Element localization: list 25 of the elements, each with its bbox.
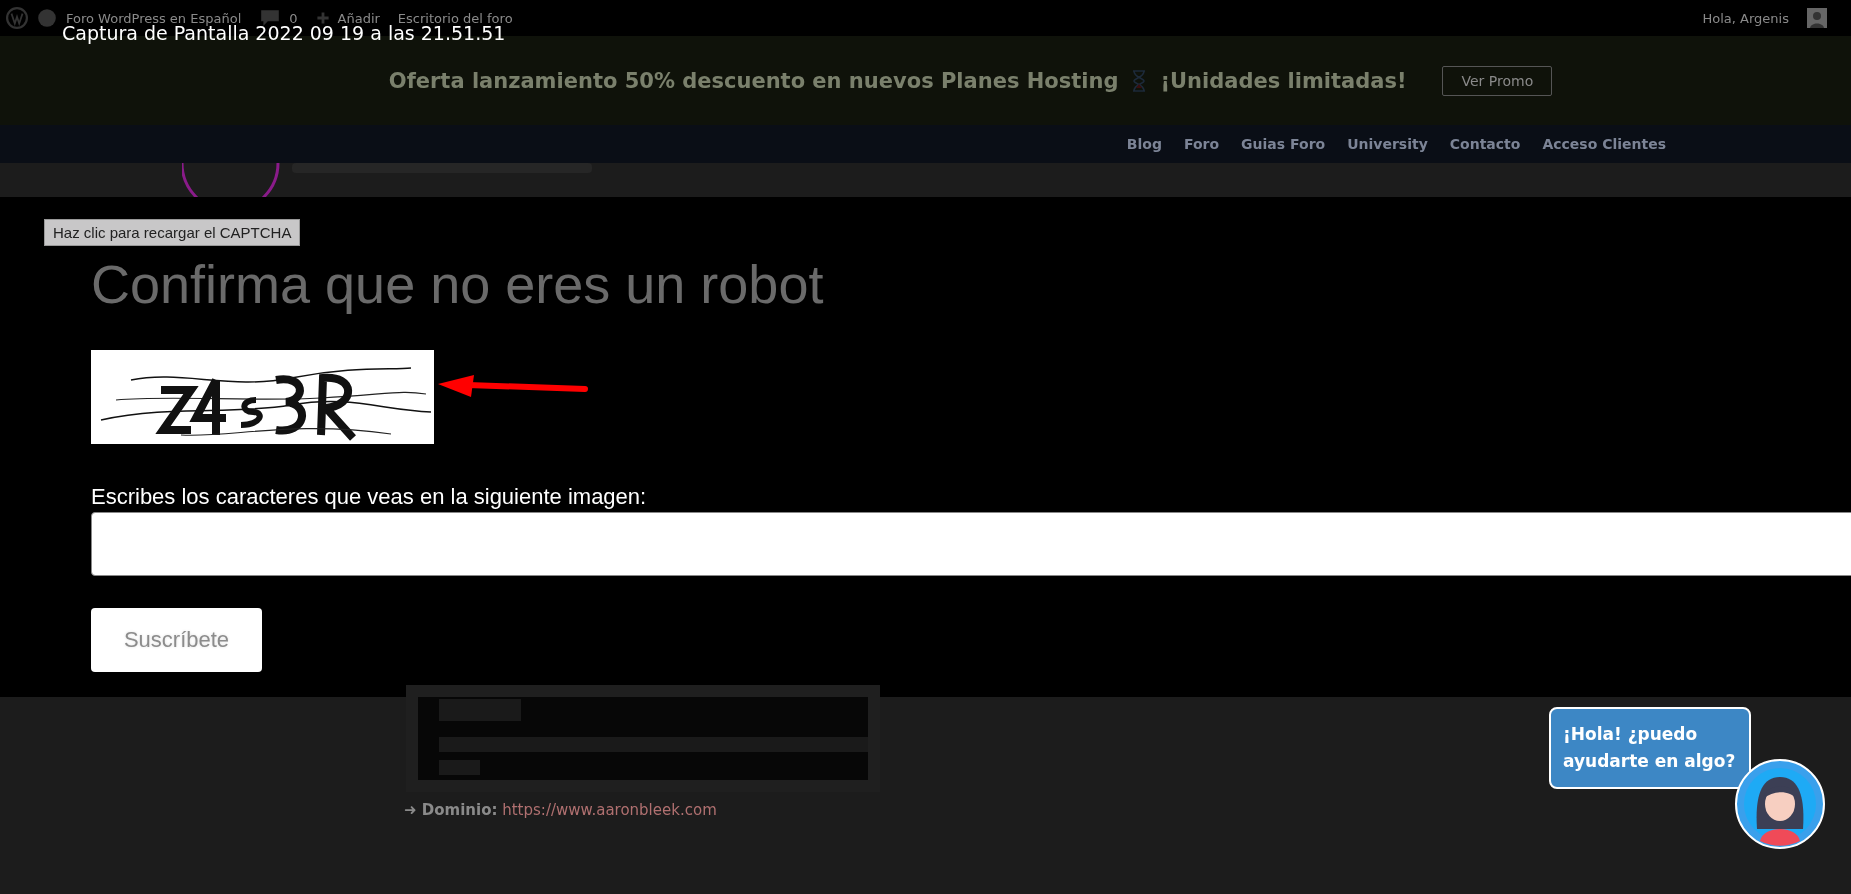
nav-link[interactable]: Guias Foro (1241, 136, 1326, 152)
promo-tagline: ¡Unidades limitadas! (1160, 68, 1407, 93)
nav-link[interactable]: Blog (1126, 136, 1162, 152)
arrow-icon (438, 375, 588, 399)
captcha-input[interactable] (91, 512, 1851, 576)
plus-icon (315, 11, 330, 25)
add-link[interactable]: Añadir (337, 10, 380, 26)
subscribe-button[interactable]: Suscríbete (91, 608, 262, 672)
promo-button[interactable]: Ver Promo (1442, 65, 1553, 96)
greeting-link[interactable]: Hola, Argenis (1702, 10, 1789, 26)
avatar-icon (1807, 8, 1827, 28)
nav-link[interactable]: University (1347, 136, 1428, 152)
nav-link[interactable]: Foro (1183, 136, 1220, 152)
comment-count[interactable]: 0 (289, 10, 298, 26)
chat-bubble[interactable]: ¡Hola! ¿puedo ayudarte en algo? (1549, 707, 1751, 790)
reload-tooltip: Haz clic para recargar el CAPTCHA (44, 219, 301, 246)
nav-link[interactable]: Acceso Clientes (1542, 136, 1666, 152)
hourglass-icon (1132, 69, 1147, 92)
domain-line: ➜ Dominio: https://www.aaronbleek.com (404, 801, 717, 819)
domain-link[interactable]: https://www.aaronbleek.com (502, 801, 717, 819)
chat-avatar-icon[interactable] (1735, 759, 1825, 849)
nav-link[interactable]: Contacto (1449, 136, 1521, 152)
promo-text: Oferta lanzamiento 50% descuento en nuevos Planes Hosting (388, 68, 1119, 93)
dashboard-link[interactable]: Escritorio del foro (397, 10, 513, 26)
captcha-label: Escribes los caracteres que veas en la siguiente imagen: (91, 484, 648, 510)
